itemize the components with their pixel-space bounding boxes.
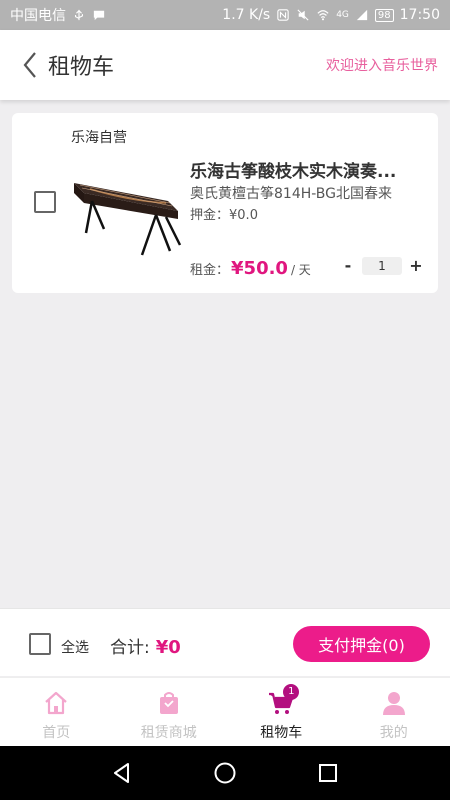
back-button[interactable] <box>16 47 44 83</box>
rent-unit: / 天 <box>290 263 311 277</box>
shopping-bag-icon <box>159 692 178 714</box>
network-speed: 1.7 K/s <box>222 7 271 23</box>
bottom-tab-bar: 首页 租赁商城 1 租物车 我的 <box>0 677 450 746</box>
total-label: 合计: <box>110 638 150 658</box>
select-all-checkbox[interactable] <box>29 633 51 655</box>
back-triangle-icon[interactable] <box>110 761 134 785</box>
page-title: 租物车 <box>48 55 115 80</box>
tab-cart[interactable]: 1 租物车 <box>225 678 338 746</box>
network-type: 4G <box>336 10 349 20</box>
checkout-bar: 全选 合计: ¥0 支付押金(0) <box>0 608 450 676</box>
tab-profile-label: 我的 <box>379 725 408 741</box>
recents-square-icon[interactable] <box>316 761 340 785</box>
rent-price: ¥50.0 <box>231 258 288 279</box>
quantity-stepper: - 1 + <box>340 256 424 275</box>
mute-icon <box>297 9 309 21</box>
deposit-label: 押金： <box>190 208 230 223</box>
user-icon <box>382 692 405 715</box>
rent-info: 租金： ¥50.0 / 天 <box>190 258 311 279</box>
carrier-label: 中国电信 <box>10 8 66 24</box>
total-amount: 合计: ¥0 <box>110 633 181 658</box>
item-checkbox[interactable] <box>34 191 56 213</box>
cart-item-card: 乐海自营 乐海古筝酸枝木实木演奏... 奥氏黄檀古筝814H-BG北国春来 押金… <box>12 113 438 293</box>
tab-home[interactable]: 首页 <box>0 678 113 746</box>
page-header: 租物车 欢迎进入音乐世界 <box>0 30 450 100</box>
tab-rental-mall[interactable]: 租赁商城 <box>113 678 226 746</box>
battery-level: 98 <box>374 8 394 22</box>
wifi-icon <box>317 10 329 21</box>
deposit-value: ¥0.0 <box>229 208 258 223</box>
product-image <box>74 183 182 256</box>
signal-icon <box>356 9 368 21</box>
total-value: ¥0 <box>155 637 181 658</box>
pay-deposit-button[interactable]: 支付押金(0) <box>293 626 430 662</box>
status-bar: 中国电信 1.7 K/s 4G 98 17:50 <box>0 0 450 30</box>
usb-icon <box>75 9 83 21</box>
select-all-label[interactable]: 全选 <box>61 637 89 657</box>
cart-badge: 1 <box>283 684 300 700</box>
decrease-button[interactable]: - <box>340 256 356 275</box>
system-nav-bar <box>0 746 450 800</box>
tab-rental-mall-label: 租赁商城 <box>140 725 197 741</box>
tab-home-label: 首页 <box>42 725 71 741</box>
increase-button[interactable]: + <box>408 256 424 275</box>
nfc-icon <box>277 9 289 21</box>
store-name: 乐海自营 <box>71 130 127 146</box>
deposit-info: 押金：¥0.0 <box>190 204 258 223</box>
message-icon <box>93 10 105 21</box>
tab-cart-label: 租物车 <box>260 725 303 741</box>
clock: 17:50 <box>399 7 440 23</box>
quantity-value[interactable]: 1 <box>362 256 402 275</box>
product-subtitle: 奥氏黄檀古筝814H-BG北国春来 <box>190 186 393 202</box>
rent-label: 租金： <box>190 263 230 278</box>
home-circle-icon[interactable] <box>213 761 237 785</box>
home-icon <box>45 691 67 715</box>
product-name[interactable]: 乐海古筝酸枝木实木演奏... <box>190 157 422 182</box>
chevron-left-icon <box>23 52 36 78</box>
tab-profile[interactable]: 我的 <box>338 678 450 746</box>
welcome-text: 欢迎进入音乐世界 <box>326 58 438 74</box>
